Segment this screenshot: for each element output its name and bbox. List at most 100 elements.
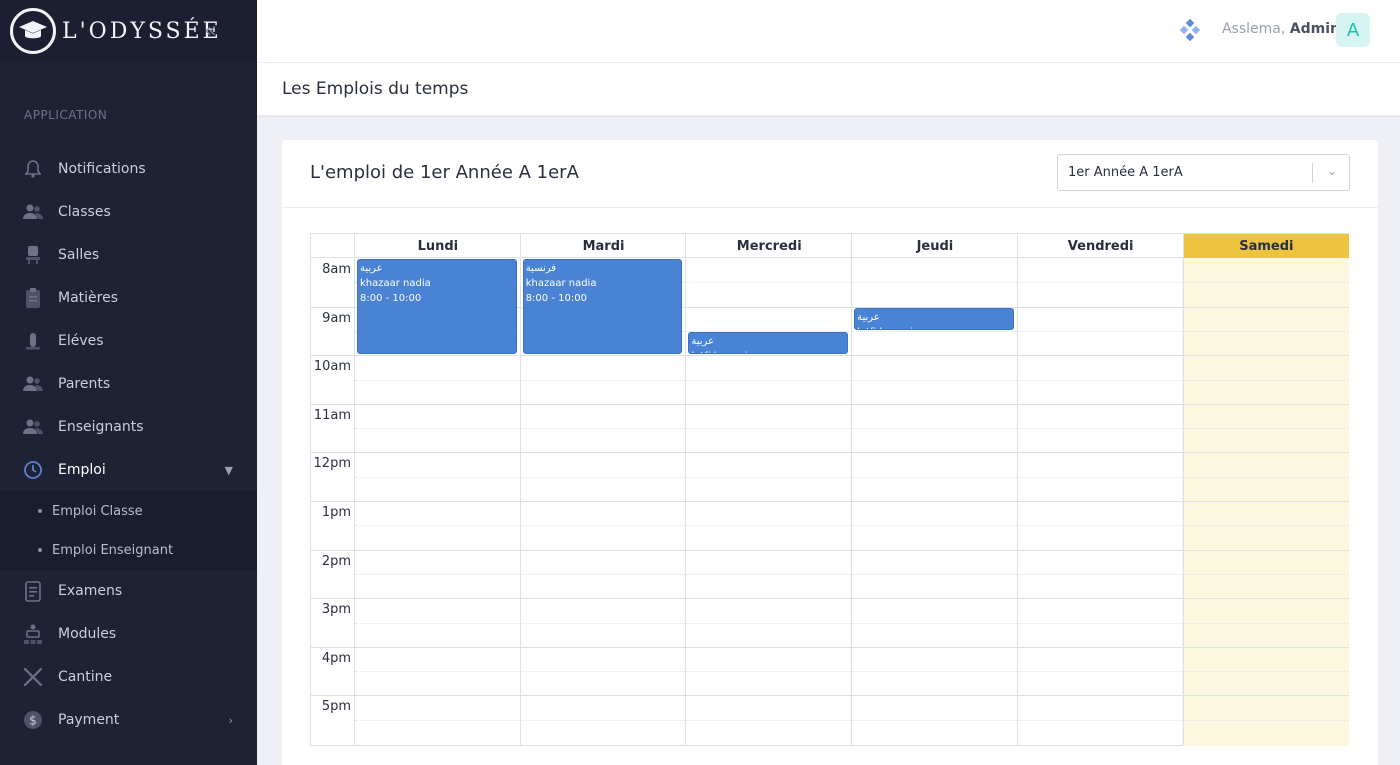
bullet-icon: [38, 548, 42, 552]
day-column-line: [519, 234, 521, 746]
hour-line: [311, 452, 1349, 454]
sidebar-item-notifications[interactable]: Notifications: [0, 149, 257, 189]
chevron-right-icon: ›: [228, 713, 233, 727]
user-name: Admin: [1289, 21, 1341, 37]
time-label: 1pm: [321, 505, 351, 520]
day-header: Jeudi: [916, 238, 954, 254]
class-select[interactable]: 1er Année A 1erA ⌄: [1057, 154, 1350, 191]
emploi-submenu: Emploi Classe Emploi Enseignant: [0, 491, 257, 571]
sidebar-item-payment[interactable]: $ Payment ›: [0, 700, 257, 740]
day-header: Mercredi: [736, 238, 802, 254]
sidebar-item-label: Emploi: [58, 462, 106, 478]
page-header: Les Emplois du temps: [257, 63, 1400, 115]
event-teacher: lotfi hawari: [691, 349, 845, 353]
sidebar-item-salles[interactable]: Salles: [0, 235, 257, 275]
time-label: 2pm: [321, 553, 351, 569]
day-column-line: [1016, 234, 1018, 746]
chevron-down-icon[interactable]: ⌄: [1327, 164, 1337, 178]
sidebar-item-emploi[interactable]: Emploi ▼: [0, 450, 257, 490]
day-column-line: [685, 234, 687, 746]
greeting-text: Asslema,: [1222, 21, 1286, 37]
weekly-calendar: Lundi Mardi Mercredi Jeudi Vendredi Samedi 8am…: [310, 233, 1350, 746]
calendar-event[interactable]: فرنسية khazaar nadia 8:00 - 10:00: [522, 259, 683, 355]
day-header: Vendredi: [1067, 238, 1134, 254]
sidebar-item-label: Enseignants: [58, 419, 144, 435]
parents-icon: [22, 373, 44, 395]
time-label: 8am: [322, 262, 351, 277]
sidebar-item-label: Cantine: [58, 669, 113, 685]
sidebar-item-enseignants[interactable]: Enseignants: [0, 407, 257, 447]
sidebar: L'ODYSSÉE « APPLICATION Notifications Cl…: [0, 0, 257, 765]
users-icon: [22, 201, 44, 223]
sidebar-item-eleves[interactable]: Eléves: [0, 321, 257, 361]
hour-line: [311, 549, 1349, 551]
time-label: 10am: [313, 359, 351, 375]
calendar-event[interactable]: عربية lotfi hawari: [688, 331, 849, 355]
sidebar-item-label: Eléves: [58, 333, 104, 349]
calendar-event[interactable]: عربية khazaar nadia 8:00 - 10:00: [357, 259, 517, 355]
sidebar-item-matieres[interactable]: Matières: [0, 278, 257, 318]
sidebar-item-examens[interactable]: Examens: [0, 571, 257, 611]
day-column-line: [354, 234, 355, 746]
sidebar-subitem-label: Emploi Classe: [52, 503, 143, 519]
clock-icon: [22, 459, 44, 481]
sidebar-item-label: Payment: [58, 712, 120, 728]
sidebar-item-label: Modules: [58, 626, 117, 642]
graduation-cap-logo-icon: [10, 8, 56, 54]
day-column-line: [1182, 234, 1184, 746]
sidebar-item-classes[interactable]: Classes: [0, 192, 257, 232]
event-teacher: khazaar nadia: [525, 278, 597, 289]
cutlery-icon: [22, 666, 44, 688]
svg-text:$: $: [29, 714, 37, 728]
page-title: Les Emplois du temps: [282, 79, 469, 99]
top-bar: Asslema, Admin A: [257, 0, 1400, 63]
hour-line: [311, 355, 1349, 357]
sidebar-item-label: Matières: [58, 290, 119, 306]
apps-diamond-icon[interactable]: [1179, 18, 1201, 42]
day-column-line: [851, 234, 853, 746]
time-label: 3pm: [321, 602, 351, 618]
time-label: 4pm: [321, 650, 351, 666]
exam-icon: [22, 580, 44, 602]
sidebar-item-label: Salles: [58, 247, 100, 263]
sidebar-item-cantine[interactable]: Cantine: [0, 657, 257, 697]
sidebar-item-label: Parents: [58, 376, 111, 392]
time-label: 11am: [313, 407, 351, 423]
calendar-event[interactable]: عربية lotfi hawari: [854, 307, 1014, 330]
sidebar-section-label: APPLICATION: [24, 108, 108, 122]
avatar[interactable]: A: [1336, 13, 1370, 47]
time-label: 12pm: [313, 456, 351, 472]
sidebar-item-modules[interactable]: Modules: [0, 614, 257, 654]
event-subject: عربية: [691, 335, 715, 347]
sidebar-item-label: Examens: [58, 583, 123, 599]
select-separator: [1312, 163, 1313, 183]
clipboard-icon: [22, 287, 44, 309]
sidebar-item-label: Classes: [58, 204, 111, 220]
event-teacher: lotfi hawari: [857, 325, 1011, 329]
brand-bar: L'ODYSSÉE «: [0, 0, 257, 62]
bullet-icon: [38, 509, 42, 513]
sidebar-subitem-emploi-enseignant[interactable]: Emploi Enseignant: [0, 532, 257, 568]
hour-line: [311, 501, 1349, 502]
sidebar-subitem-emploi-classe[interactable]: Emploi Classe: [0, 493, 257, 529]
hour-line: [311, 598, 1349, 600]
event-subject: فرنسية: [525, 263, 557, 274]
event-time: 8:00 - 10:00: [525, 293, 587, 304]
event-time: 8:00 - 10:00: [360, 293, 422, 304]
day-header: Lundi: [417, 238, 459, 254]
class-select-value: 1er Année A 1erA: [1068, 165, 1183, 180]
modules-icon: [22, 623, 44, 645]
card-title: L'emploi de 1er Année A 1erA: [310, 162, 579, 183]
event-subject: عربية: [857, 311, 880, 323]
teachers-icon: [22, 416, 44, 438]
user-greeting[interactable]: Asslema, Admin: [1222, 21, 1340, 37]
card-header: L'emploi de 1er Année A 1erA 1er Année A…: [282, 140, 1378, 208]
hour-line: [311, 403, 1349, 405]
sidebar-item-parents[interactable]: Parents: [0, 364, 257, 404]
dollar-icon: $: [22, 709, 44, 731]
day-header: Samedi: [1183, 234, 1350, 258]
chevron-down-icon: ▼: [224, 463, 233, 477]
event-teacher: khazaar nadia: [360, 278, 431, 289]
day-header: Mardi: [582, 238, 625, 254]
collapse-sidebar-icon[interactable]: «: [204, 18, 216, 42]
